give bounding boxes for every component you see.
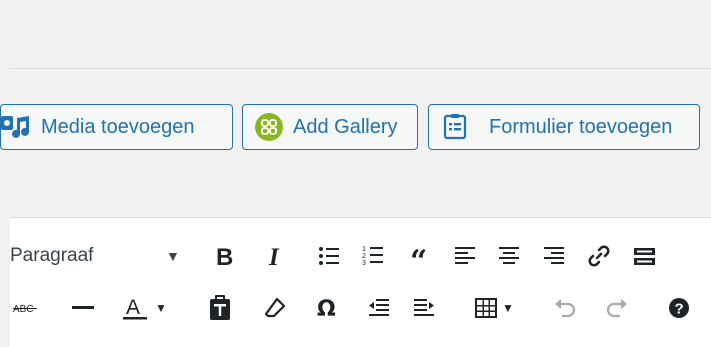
svg-text:1: 1 [362,246,366,253]
svg-text:3: 3 [362,260,366,267]
toolbar-toggle-button[interactable] [626,236,660,276]
chevron-down-icon: ▼ [166,248,180,264]
format-select[interactable]: Paragraaf ▼ [10,236,195,276]
add-gallery-label: Add Gallery [293,115,398,138]
add-form-button[interactable]: Formulier toevoegen [428,104,700,150]
text-color-icon: A [123,296,147,320]
indent-button[interactable] [407,288,441,328]
caret-down-icon: ▼ [502,301,514,315]
indent-icon [414,299,434,316]
add-gallery-button[interactable]: Add Gallery [242,104,418,150]
kitchen-sink-icon [634,248,655,265]
help-icon: ? [669,298,689,318]
svg-text:ABC: ABC [13,304,34,315]
add-media-label: Media toevoegen [41,115,195,138]
blockquote-button[interactable]: “ [404,236,438,276]
svg-text:A: A [126,296,140,319]
svg-text:“: “ [410,247,427,265]
numbered-list-button[interactable]: 1 2 3 [356,236,390,276]
outdent-icon [369,299,389,316]
align-right-button[interactable] [537,236,571,276]
bullet-list-button[interactable] [312,236,346,276]
bullet-list-icon [319,247,339,265]
align-left-button[interactable] [448,236,482,276]
italic-icon: I [268,244,280,268]
svg-text:?: ? [675,301,684,318]
text-color-dropdown[interactable]: ▼ [153,288,169,328]
numbered-list-icon: 1 2 3 [362,246,383,267]
table-dropdown[interactable]: ▼ [500,288,516,328]
redo-icon [606,299,627,318]
text-color-button[interactable]: A [118,288,152,328]
caret-down-icon: ▼ [155,301,167,315]
svg-text:Ω: Ω [317,297,336,320]
clear-formatting-button[interactable] [258,288,292,328]
align-right-icon [544,247,564,264]
toolbar-row-2: ABC A ▼ Ω ▼ ? [10,288,711,328]
horizontal-line-icon [72,306,94,309]
link-button[interactable] [582,236,616,276]
table-button[interactable] [471,288,501,328]
redo-button[interactable] [600,288,634,328]
outdent-button[interactable] [362,288,396,328]
quote-icon: “ [410,247,427,265]
toolbar-row-1: Paragraaf ▼ B I 1 2 3 “ [10,236,711,276]
undo-icon [555,299,576,318]
strikethrough-icon: ABC [13,304,37,315]
omega-icon: Ω [317,297,336,320]
help-button[interactable]: ? [662,288,696,328]
bold-icon: B [216,244,233,268]
undo-button[interactable] [548,288,582,328]
align-center-button[interactable] [492,236,526,276]
italic-button[interactable]: I [258,236,292,276]
add-form-label: Formulier toevoegen [489,115,673,138]
align-center-icon [499,247,519,264]
gallery-icon [255,113,283,141]
horizontal-line-button[interactable] [66,288,100,328]
svg-text:2: 2 [362,253,366,260]
paste-as-text-button[interactable] [202,288,238,328]
add-media-button[interactable]: Media toevoegen [0,104,233,150]
editor-top-area [0,0,711,68]
media-icon [1,112,31,142]
eraser-icon [264,297,286,318]
special-character-button[interactable]: Ω [310,288,344,328]
strikethrough-button[interactable]: ABC [10,288,44,328]
svg-text:I: I [268,244,280,268]
paste-as-text-icon [210,295,230,320]
align-left-icon [455,247,475,264]
table-icon [475,298,497,318]
editor-toolbar: Paragraaf ▼ B I 1 2 3 “ ABC A ▼ Ω ▼ ? [10,218,711,347]
format-select-value: Paragraaf [10,245,94,266]
bold-button[interactable]: B [207,236,241,276]
form-icon [443,114,467,140]
svg-text:B: B [216,244,233,268]
link-icon [588,245,610,267]
